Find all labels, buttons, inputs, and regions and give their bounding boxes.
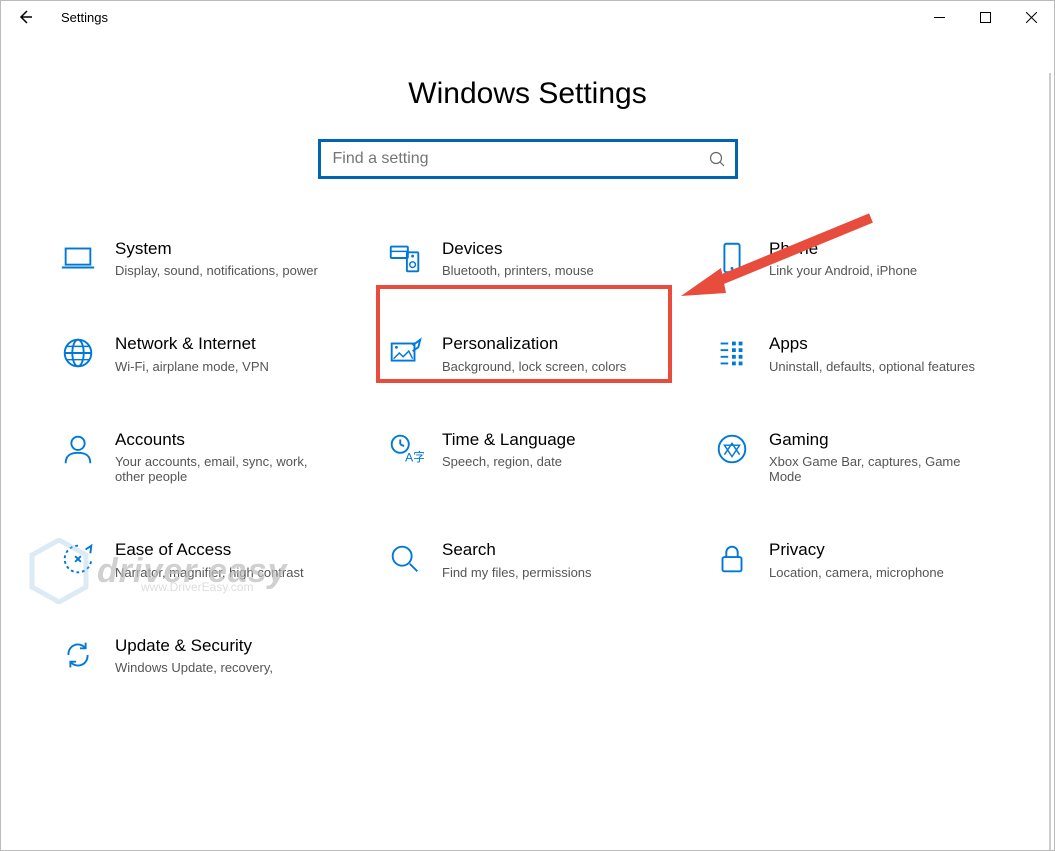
devices-icon bbox=[380, 239, 430, 278]
search-icon bbox=[709, 151, 725, 167]
category-subtitle: Bluetooth, printers, mouse bbox=[442, 263, 594, 278]
category-title: Network & Internet bbox=[115, 334, 269, 354]
category-title: Apps bbox=[769, 334, 975, 354]
maximize-button[interactable] bbox=[962, 1, 1008, 33]
category-accounts[interactable]: Accounts Your accounts, email, sync, work… bbox=[53, 430, 348, 484]
apps-icon bbox=[707, 334, 757, 373]
search-input[interactable] bbox=[331, 149, 709, 169]
back-arrow-icon bbox=[16, 8, 34, 26]
category-apps[interactable]: Apps Uninstall, defaults, optional featur… bbox=[707, 334, 1002, 373]
category-devices[interactable]: Devices Bluetooth, printers, mouse bbox=[380, 239, 675, 278]
settings-window: Settings Windows Settings System Display,… bbox=[0, 0, 1055, 851]
category-system[interactable]: System Display, sound, notifications, pow… bbox=[53, 239, 348, 278]
minimize-button[interactable] bbox=[916, 1, 962, 33]
category-grid: System Display, sound, notifications, pow… bbox=[53, 239, 1002, 675]
category-subtitle: Link your Android, iPhone bbox=[769, 263, 917, 278]
close-icon bbox=[1026, 12, 1037, 23]
scrollbar[interactable] bbox=[1049, 73, 1051, 850]
phone-icon bbox=[707, 239, 757, 278]
category-subtitle: Find my files, permissions bbox=[442, 565, 592, 580]
category-title: Update & Security bbox=[115, 636, 273, 656]
category-gaming[interactable]: Gaming Xbox Game Bar, captures, Game Mode bbox=[707, 430, 1002, 484]
maximize-icon bbox=[980, 12, 991, 23]
category-subtitle: Narrator, magnifier, high contrast bbox=[115, 565, 304, 580]
category-personalization[interactable]: Personalization Background, lock screen, … bbox=[380, 334, 675, 373]
person-icon bbox=[53, 430, 103, 484]
category-privacy[interactable]: Privacy Location, camera, microphone bbox=[707, 540, 1002, 579]
category-title: Phone bbox=[769, 239, 917, 259]
gaming-icon bbox=[707, 430, 757, 484]
category-subtitle: Windows Update, recovery, bbox=[115, 660, 273, 675]
category-subtitle: Speech, region, date bbox=[442, 454, 576, 469]
category-title: Privacy bbox=[769, 540, 944, 560]
privacy-icon bbox=[707, 540, 757, 579]
laptop-icon bbox=[53, 239, 103, 278]
category-subtitle: Wi-Fi, airplane mode, VPN bbox=[115, 359, 269, 374]
category-title: System bbox=[115, 239, 318, 259]
category-title: Gaming bbox=[769, 430, 989, 450]
category-subtitle: Your accounts, email, sync, work, other … bbox=[115, 454, 335, 484]
category-time-language[interactable]: Time & Language Speech, region, date bbox=[380, 430, 675, 484]
minimize-icon bbox=[934, 12, 945, 23]
globe-icon bbox=[53, 334, 103, 373]
category-subtitle: Location, camera, microphone bbox=[769, 565, 944, 580]
category-title: Devices bbox=[442, 239, 594, 259]
category-ease-of-access[interactable]: Ease of Access Narrator, magnifier, high … bbox=[53, 540, 348, 579]
page-title: Windows Settings bbox=[21, 77, 1034, 111]
back-button[interactable] bbox=[1, 1, 49, 33]
category-title: Search bbox=[442, 540, 592, 560]
close-button[interactable] bbox=[1008, 1, 1054, 33]
category-title: Time & Language bbox=[442, 430, 576, 450]
category-phone[interactable]: Phone Link your Android, iPhone bbox=[707, 239, 1002, 278]
search-glass-icon bbox=[380, 540, 430, 579]
category-network-internet[interactable]: Network & Internet Wi-Fi, airplane mode, … bbox=[53, 334, 348, 373]
category-subtitle: Display, sound, notifications, power bbox=[115, 263, 318, 278]
ease-icon bbox=[53, 540, 103, 579]
time-lang-icon bbox=[380, 430, 430, 484]
window-title: Settings bbox=[49, 10, 108, 25]
category-subtitle: Xbox Game Bar, captures, Game Mode bbox=[769, 454, 989, 484]
page-content: Windows Settings System Display, sound, n… bbox=[1, 33, 1054, 850]
window-controls bbox=[916, 1, 1054, 33]
titlebar: Settings bbox=[1, 1, 1054, 33]
category-subtitle: Background, lock screen, colors bbox=[442, 359, 626, 374]
category-update-security[interactable]: Update & Security Windows Update, recover… bbox=[53, 636, 348, 675]
category-title: Ease of Access bbox=[115, 540, 304, 560]
category-search[interactable]: Search Find my files, permissions bbox=[380, 540, 675, 579]
search-box[interactable] bbox=[318, 139, 738, 179]
category-subtitle: Uninstall, defaults, optional features bbox=[769, 359, 975, 374]
personalization-icon bbox=[380, 334, 430, 373]
category-title: Accounts bbox=[115, 430, 335, 450]
category-title: Personalization bbox=[442, 334, 626, 354]
sync-icon bbox=[53, 636, 103, 675]
